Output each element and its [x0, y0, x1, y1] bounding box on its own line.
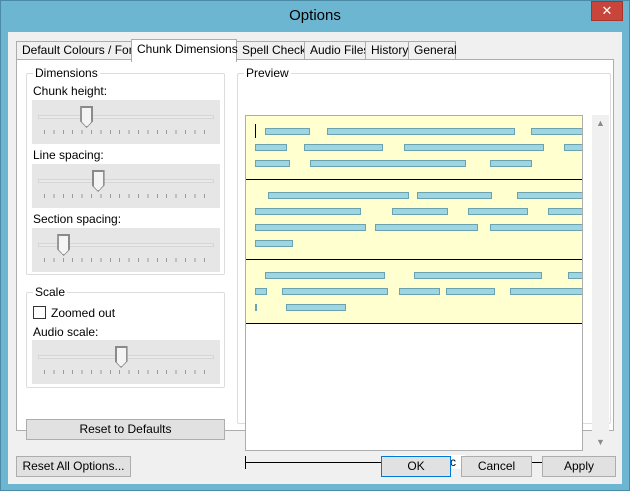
slider-ticks: [44, 370, 208, 374]
chunk: [531, 128, 582, 135]
apply-button[interactable]: Apply: [542, 456, 616, 477]
section-spacing-slider[interactable]: [32, 228, 220, 272]
slider-track: [38, 115, 214, 119]
scale-group: Scale Zoomed out Audio scale:: [26, 285, 225, 388]
chunk: [265, 128, 310, 135]
preview-section-3: [246, 260, 582, 324]
zoomed-out-checkbox[interactable]: [33, 306, 46, 319]
chunk-height-slider[interactable]: [32, 100, 220, 144]
tab-spell-check[interactable]: Spell Check: [236, 41, 306, 60]
chunk: [255, 288, 267, 295]
triangle-up-icon[interactable]: ▲: [592, 115, 609, 132]
chunk: [510, 288, 582, 295]
close-icon: ✕: [601, 3, 613, 18]
dimensions-group-label: Dimensions: [33, 66, 100, 80]
chunk: [265, 272, 385, 279]
chunk: [255, 144, 287, 151]
chunk-dimensions-panel: Dimensions Chunk height: Line spacing: S…: [16, 59, 614, 469]
chunk: [255, 240, 293, 247]
chunk: [392, 208, 448, 215]
chunk: [548, 208, 582, 215]
chunk: [255, 208, 361, 215]
chunk: [375, 224, 478, 231]
line-spacing-label: Line spacing:: [33, 148, 104, 162]
chunk: [414, 272, 542, 279]
chunk: [417, 192, 492, 199]
chunk-height-label: Chunk height:: [33, 84, 108, 98]
chunk: [399, 288, 440, 295]
chunk: [446, 288, 495, 295]
triangle-down-icon[interactable]: ▼: [592, 434, 609, 451]
dimensions-group: Dimensions Chunk height: Line spacing: S…: [26, 66, 225, 275]
slider-ticks: [44, 130, 208, 134]
cancel-button[interactable]: Cancel: [461, 456, 532, 477]
chunk: [568, 272, 582, 279]
line-spacing-slider[interactable]: [32, 164, 220, 208]
options-window: Options ✕ Default Colours / Font Chunk D…: [0, 0, 630, 491]
preview-canvas[interactable]: [245, 115, 583, 451]
chunk: [268, 192, 409, 199]
chunk: [490, 160, 532, 167]
ok-button[interactable]: OK: [381, 456, 451, 477]
preview-section-1: [246, 116, 582, 180]
chunk: [286, 304, 346, 311]
tab-general[interactable]: General: [408, 41, 457, 60]
tab-chunk-dimensions[interactable]: Chunk Dimensions: [131, 39, 238, 62]
zoomed-out-label[interactable]: Zoomed out: [51, 306, 115, 320]
dialog-client-area: Default Colours / Font Chunk Dimensions …: [8, 32, 622, 484]
tab-history[interactable]: History: [365, 41, 409, 60]
tab-audio-files[interactable]: Audio Files: [304, 41, 369, 60]
slider-ticks: [44, 194, 208, 198]
chunk: [564, 144, 582, 151]
reset-to-defaults-button[interactable]: Reset to Defaults: [26, 419, 225, 440]
text-cursor: [255, 124, 256, 138]
chunk: [517, 192, 582, 199]
chunk: [255, 160, 290, 167]
chunk: [468, 208, 528, 215]
chunk: [404, 144, 544, 151]
chunk: [310, 160, 466, 167]
tab-default-colours-font[interactable]: Default Colours / Font: [16, 41, 139, 60]
preview-section-2: [246, 180, 582, 260]
slider-track: [38, 179, 214, 183]
section-spacing-label: Section spacing:: [33, 212, 122, 226]
slider-ticks: [44, 258, 208, 262]
window-title: Options: [289, 7, 341, 24]
preview-group-label: Preview: [244, 66, 291, 80]
close-button[interactable]: ✕: [591, 1, 623, 21]
chunk: [255, 224, 366, 231]
audio-scale-slider[interactable]: [32, 340, 220, 384]
chunk: [327, 128, 515, 135]
chunk: [490, 224, 582, 231]
chunk: [304, 144, 383, 151]
timeline-start-cap: [245, 456, 246, 469]
scale-group-label: Scale: [33, 285, 68, 299]
chunk: [282, 288, 388, 295]
audio-scale-label: Audio scale:: [33, 325, 99, 339]
chunk: [255, 304, 257, 311]
preview-vertical-scrollbar[interactable]: ▲ ▼: [592, 115, 609, 451]
reset-all-options-button[interactable]: Reset All Options...: [16, 456, 131, 477]
title-bar[interactable]: Options ✕: [1, 1, 629, 32]
